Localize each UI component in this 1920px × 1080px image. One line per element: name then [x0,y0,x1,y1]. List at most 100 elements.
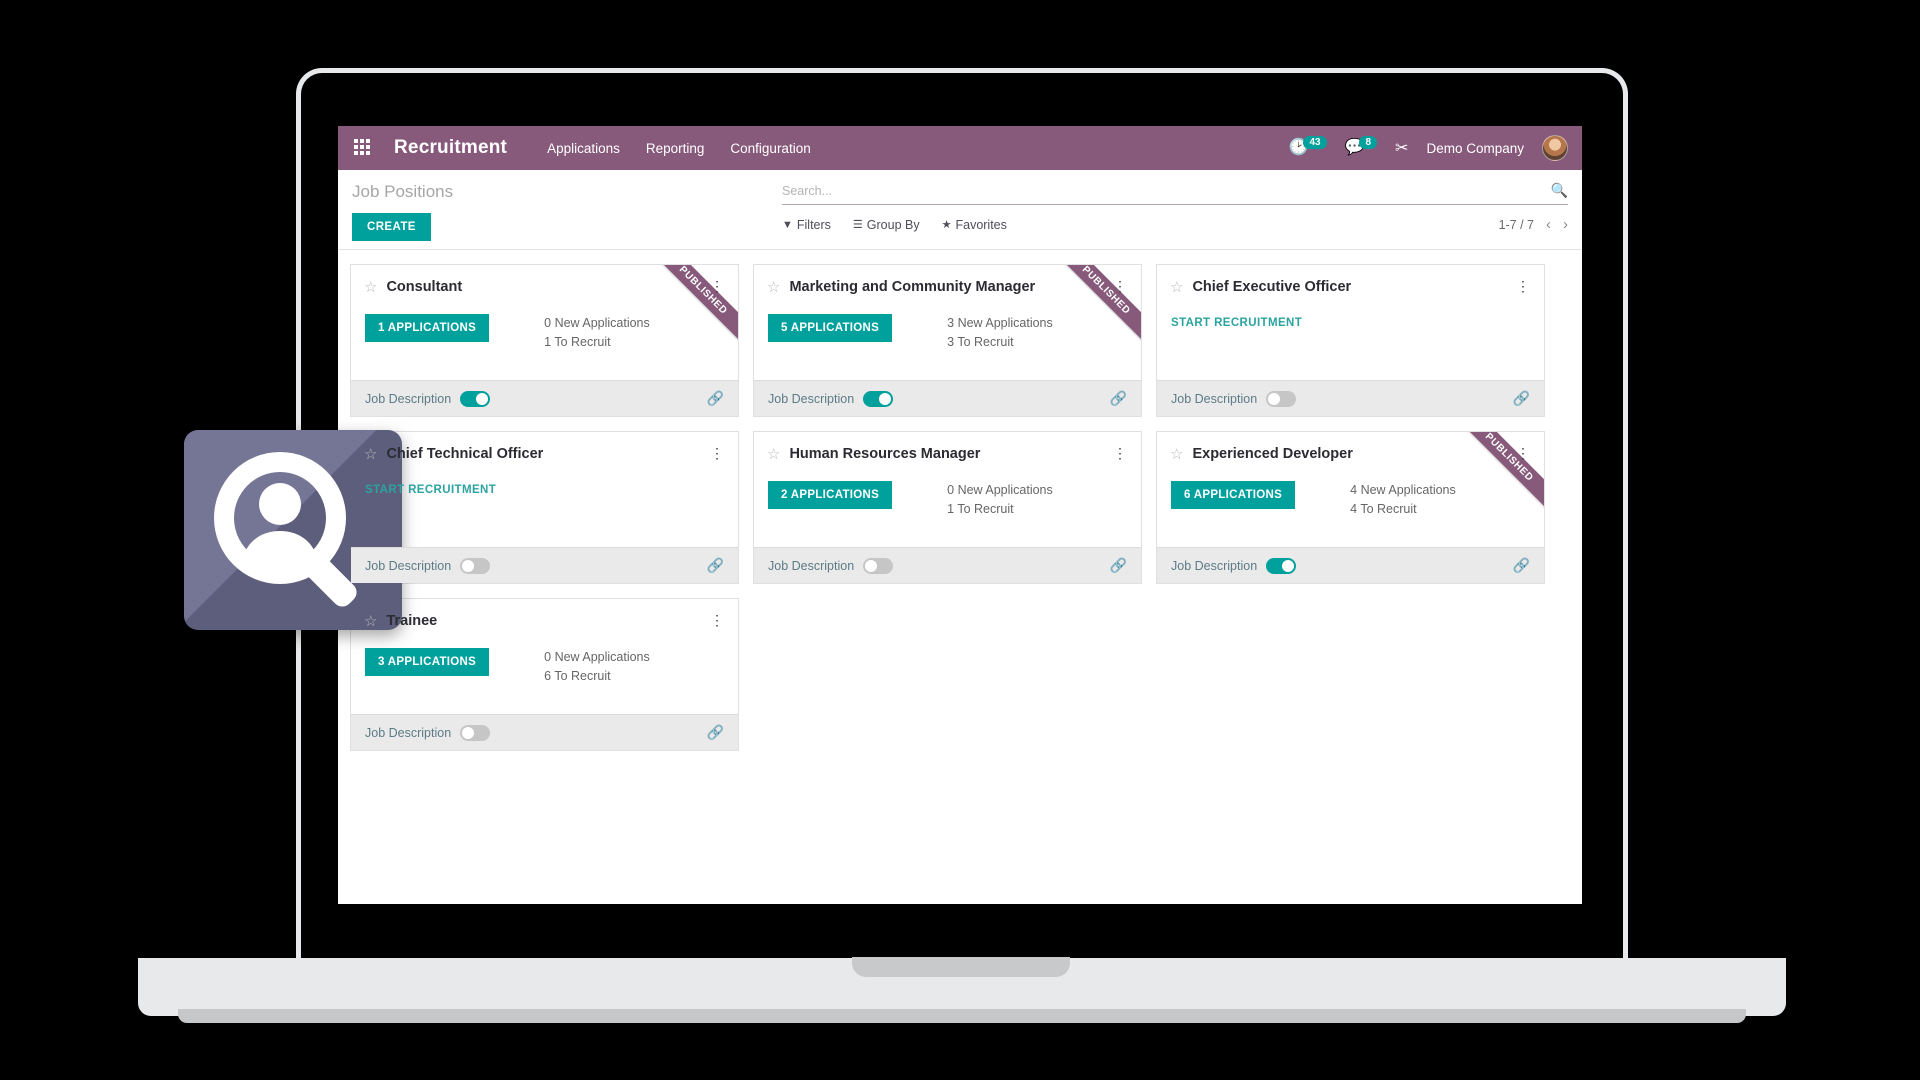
kanban-card[interactable]: ☆ Chief Technical Officer ⋮ START RECRUI… [350,431,739,584]
laptop-base-edge [178,1009,1746,1023]
applications-button[interactable]: 2 APPLICATIONS [768,481,893,509]
star-outline-icon[interactable]: ☆ [767,278,780,296]
card-body: 3 APPLICATIONS 0 New Applications 6 To R… [351,630,738,714]
search-icon[interactable]: 🔍 [1551,182,1568,199]
card-header: ☆ Human Resources Manager ⋮ [754,432,1141,463]
favorites-label: Favorites [955,217,1007,232]
vertical-dots-icon[interactable]: ⋮ [1103,446,1127,460]
vertical-dots-icon[interactable]: ⋮ [700,279,724,293]
applications-button[interactable]: 5 APPLICATIONS [768,314,893,342]
company-name[interactable]: Demo Company [1426,141,1524,156]
funnel-icon: ▼ [782,218,793,231]
filter-row: ▼ Filters ☰ Group By ★ Favorites 1-7 / 7… [782,216,1568,233]
card-header: ☆ Trainee ⋮ [351,599,738,630]
searchbar: 🔍 [782,182,1568,205]
job-description-toggle[interactable] [1266,390,1297,407]
chain-link-icon[interactable]: 🔗 [1513,390,1530,407]
new-applications-text: 0 New Applications [544,316,650,330]
create-button[interactable]: CREATE [352,213,431,241]
user-avatar[interactable] [1542,135,1568,161]
card-header: ☆ Experienced Developer ⋮ [1157,432,1544,463]
nav-item-applications[interactable]: Applications [547,141,620,156]
chain-link-icon[interactable]: 🔗 [707,390,724,407]
chain-link-icon[interactable]: 🔗 [1110,390,1127,407]
applications-button[interactable]: 1 APPLICATIONS [365,314,490,342]
pager-next-button[interactable]: › [1563,216,1568,233]
search-input[interactable] [782,183,1551,198]
job-description-toggle[interactable] [863,390,894,407]
new-applications-text: 0 New Applications [544,650,650,664]
messages-count-badge: 8 [1359,135,1378,149]
chain-link-icon[interactable]: 🔗 [707,724,724,741]
job-description-toggle[interactable] [1266,557,1297,574]
kanban-card[interactable]: PUBLISHED ☆ Marketing and Community Mana… [753,264,1142,417]
kanban-card[interactable]: ☆ Human Resources Manager ⋮ 2 APPLICATIO… [753,431,1142,584]
card-footer: Job Description 🔗 [754,380,1141,416]
card-title: Trainee [386,613,438,629]
job-description-toggle[interactable] [863,557,894,574]
pager-prev-button[interactable]: ‹ [1546,216,1551,233]
card-body: 5 APPLICATIONS 3 New Applications 3 To R… [754,296,1141,380]
card-footer: Job Description 🔗 [351,547,738,583]
chain-link-icon[interactable]: 🔗 [1513,557,1530,574]
card-stats: 0 New Applications 1 To Recruit [947,481,1053,520]
vertical-dots-icon[interactable]: ⋮ [1506,446,1530,460]
vertical-dots-icon[interactable]: ⋮ [1506,279,1530,293]
control-panel: Job Positions CREATE 🔍 ▼ Filters ☰ Group… [338,170,1582,250]
nav-item-reporting[interactable]: Reporting [646,141,705,156]
apps-grid-icon[interactable] [354,139,372,157]
app-brand-title[interactable]: Recruitment [394,137,507,159]
new-applications-text: 0 New Applications [947,483,1053,497]
kanban-card[interactable]: ☆ Trainee ⋮ 3 APPLICATIONS 0 New Applica… [350,598,739,751]
card-title: Consultant [386,279,463,295]
job-description-label: Job Description [365,558,452,573]
applications-button[interactable]: 3 APPLICATIONS [365,648,490,676]
screenshot-stage: Recruitment Applications Reporting Confi… [0,0,1920,1080]
control-panel-left: Job Positions CREATE [352,180,782,241]
activity-menu[interactable]: 🕑 43 [1289,135,1327,156]
pager-count: 1-7 / 7 [1498,217,1534,232]
filters-label: Filters [796,217,831,232]
card-footer: Job Description 🔗 [351,714,738,750]
card-stats: 3 New Applications 3 To Recruit [947,314,1053,353]
kanban-card[interactable]: ☆ Chief Executive Officer ⋮ START RECRUI… [1156,264,1545,417]
job-description-toggle[interactable] [460,557,491,574]
star-outline-icon[interactable]: ☆ [364,278,377,296]
nav-menu: Applications Reporting Configuration [547,141,811,156]
favorites-dropdown[interactable]: ★ Favorites [942,218,1007,232]
hamburger-icon: ☰ [852,219,863,231]
start-recruitment-link[interactable]: START RECRUITMENT [1171,314,1302,329]
vertical-dots-icon[interactable]: ⋮ [1103,279,1127,293]
vertical-dots-icon[interactable]: ⋮ [700,613,724,627]
group-by-dropdown[interactable]: ☰ Group By [853,218,920,232]
new-applications-text: 4 New Applications [1350,483,1456,497]
start-recruitment-link[interactable]: START RECRUITMENT [365,481,496,496]
kanban-card[interactable]: PUBLISHED ☆ Experienced Developer ⋮ 6 AP… [1156,431,1545,584]
breadcrumb[interactable]: Job Positions [352,182,782,202]
job-description-toggle[interactable] [460,390,491,407]
star-outline-icon[interactable]: ☆ [1170,445,1183,463]
laptop-trackpad-notch [852,957,1070,977]
chain-link-icon[interactable]: 🔗 [707,557,724,574]
star-outline-icon[interactable]: ☆ [364,612,377,630]
to-recruit-text: 1 To Recruit [947,502,1014,517]
card-header: ☆ Marketing and Community Manager ⋮ [754,265,1141,296]
card-stats: 0 New Applications 6 To Recruit [544,648,650,687]
job-description-toggle[interactable] [460,724,491,741]
card-title: Human Resources Manager [789,446,981,462]
star-outline-icon[interactable]: ☆ [364,445,377,463]
kanban-card[interactable]: PUBLISHED ☆ Consultant ⋮ 1 APPLICATIONS … [350,264,739,417]
debug-wrench-icon[interactable]: ✂ [1395,138,1408,158]
star-outline-icon[interactable]: ☆ [767,445,780,463]
messages-menu[interactable]: 💬 8 [1345,135,1378,156]
star-outline-icon[interactable]: ☆ [1170,278,1183,296]
job-description-label: Job Description [1171,558,1258,573]
nav-item-configuration[interactable]: Configuration [730,141,810,156]
vertical-dots-icon[interactable]: ⋮ [700,446,724,460]
card-body: START RECRUITMENT [1157,296,1544,380]
to-recruit-text: 1 To Recruit [544,335,611,350]
applications-button[interactable]: 6 APPLICATIONS [1171,481,1296,509]
pager: 1-7 / 7 ‹ › [1499,216,1568,233]
filters-dropdown[interactable]: ▼ Filters [782,218,831,232]
chain-link-icon[interactable]: 🔗 [1110,557,1127,574]
